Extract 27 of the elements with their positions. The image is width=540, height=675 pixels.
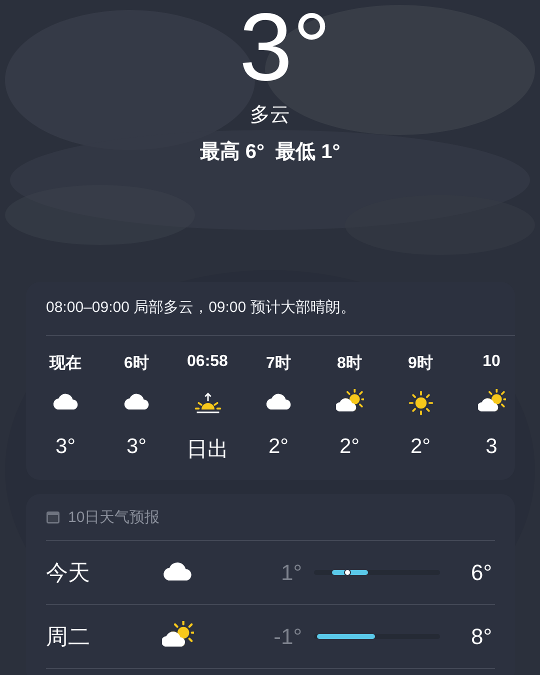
section-title: 10日天气预报 [68, 508, 160, 526]
hour-temperature: 3° [55, 435, 76, 459]
hour-label: 06:58 [187, 353, 228, 372]
current-temperature: 3° [239, 0, 331, 96]
high-temperature: 8° [470, 624, 492, 650]
high-low-temperature: 最高 6° 最低 1° [200, 140, 340, 165]
hour-temperature: 2° [339, 435, 360, 459]
hour-label: 8时 [337, 354, 362, 373]
day-label: 周二 [46, 622, 91, 650]
hour-temperature: 3 [486, 435, 498, 459]
low-temperature: 1° [280, 560, 302, 586]
condition-text: 多云 [250, 103, 290, 128]
low-temperature: -1° [272, 624, 302, 650]
hour-temperature: 3° [126, 435, 147, 459]
hour-temperature: 2° [410, 435, 431, 459]
hour-temperature: 2° [268, 435, 289, 459]
forecast-summary: 08:00–09:00 局部多云，09:00 预计大部晴朗。 [45, 298, 356, 318]
calendar-icon [46, 510, 60, 524]
hour-label: 10 [482, 353, 500, 372]
hour-label: 9时 [408, 354, 433, 373]
sun-icon [406, 389, 434, 417]
hour-label: 现在 [50, 354, 82, 373]
day-label: 今天 [46, 558, 91, 586]
high-temperature: 6° [470, 560, 492, 586]
hour-label: 7时 [266, 354, 291, 373]
hour-temperature: 日出 [186, 437, 228, 463]
hour-label: 6时 [124, 354, 149, 373]
